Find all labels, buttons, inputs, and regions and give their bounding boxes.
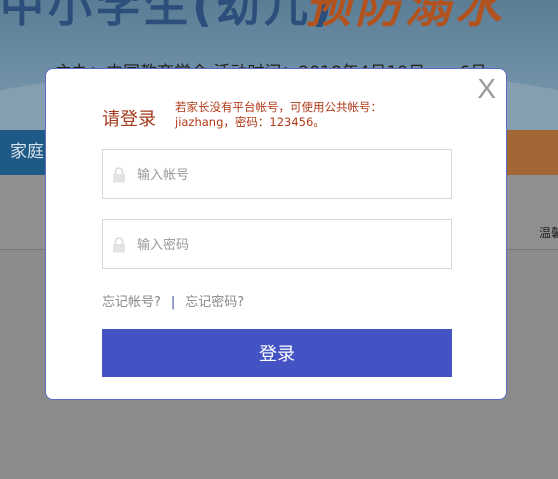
forgot-account-link[interactable]: 忘记帐号? — [102, 295, 161, 310]
forgot-links: 忘记帐号? | 忘记密码? — [102, 291, 244, 310]
background-tip: 温馨 — [539, 226, 558, 240]
password-input[interactable] — [135, 220, 439, 270]
password-field[interactable] — [102, 219, 452, 270]
login-button[interactable]: 登录 — [102, 329, 452, 377]
lock-icon — [113, 237, 125, 253]
link-separator: | — [170, 295, 176, 310]
close-button[interactable]: X — [477, 75, 496, 103]
modal-title: 请登录 — [102, 109, 156, 130]
login-hint: 若家长没有平台帐号，可使用公共帐号：jiazhang，密码：123456。 — [175, 100, 382, 129]
username-field[interactable] — [102, 149, 452, 200]
nav-item-family: 家庭 — [0, 130, 50, 175]
banner-title-right: 预防溺水 — [305, 0, 505, 33]
banner-title-left: 中小学生(幼儿) — [0, 0, 337, 32]
login-modal: X 请登录 若家长没有平台帐号，可使用公共帐号：jiazhang，密码：1234… — [45, 68, 507, 400]
lock-icon — [113, 167, 125, 183]
forgot-password-link[interactable]: 忘记密码? — [185, 295, 244, 310]
username-input[interactable] — [135, 150, 439, 200]
